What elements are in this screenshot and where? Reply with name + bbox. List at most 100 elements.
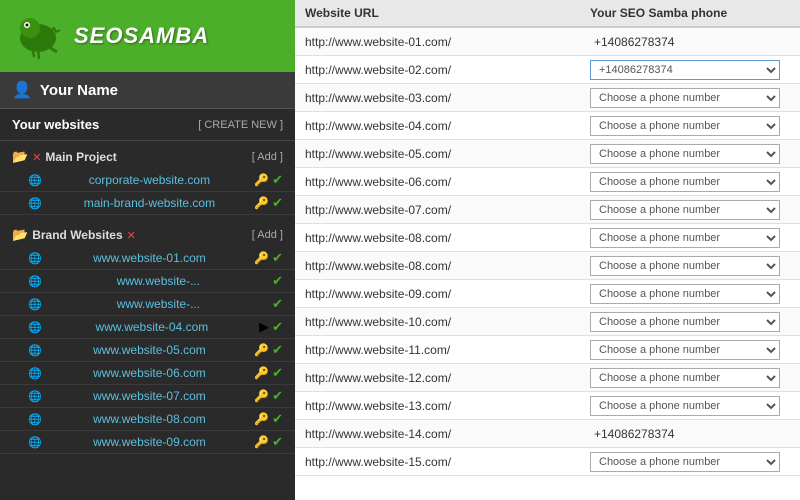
row-phone-area[interactable]: Choose a phone number xyxy=(590,396,790,416)
phone-select[interactable]: Choose a phone number xyxy=(590,452,780,472)
site-link[interactable]: main-brand-website.com xyxy=(84,196,215,210)
globe-icon: 🌐 xyxy=(28,275,42,288)
row-url: http://www.website-01.com/ xyxy=(305,35,590,49)
list-item: 🌐 www.website-07.com 🔑 ✔ xyxy=(0,385,295,408)
globe-icon: 🌐 xyxy=(28,174,42,187)
check-icon[interactable]: ✔ xyxy=(272,273,283,289)
row-phone-area[interactable]: Choose a phone number xyxy=(590,452,790,472)
phone-select[interactable]: Choose a phone number xyxy=(590,256,780,276)
logo-icon xyxy=(12,10,64,62)
phone-select[interactable]: Choose a phone number xyxy=(590,172,780,192)
globe-icon: 🌐 xyxy=(28,436,42,449)
main-content: Website URL Your SEO Samba phone http://… xyxy=(295,0,800,500)
row-url: http://www.website-09.com/ xyxy=(305,287,590,301)
list-item: 🌐 www.website-04.com ▶ ✔ xyxy=(0,316,295,339)
table-row: http://www.website-12.com/ Choose a phon… xyxy=(295,364,800,392)
row-phone-area[interactable]: Choose a phone number xyxy=(590,116,790,136)
globe-icon: 🌐 xyxy=(28,197,42,210)
row-url: http://www.website-14.com/ xyxy=(305,427,590,441)
globe-icon: 🌐 xyxy=(28,367,42,380)
row-phone-area[interactable]: Choose a phone number xyxy=(590,200,790,220)
site-link[interactable]: www.website-08.com xyxy=(93,412,206,426)
x-icon-main: ✕ xyxy=(32,151,41,164)
phone-select[interactable]: Choose a phone number xyxy=(590,312,780,332)
key-icon[interactable]: 🔑 xyxy=(254,412,269,426)
site-link[interactable]: www.website-06.com xyxy=(93,366,206,380)
project-section-brand: 📂 Brand Websites ✕ [ Add ] 🌐 www.website… xyxy=(0,219,295,458)
row-phone-area[interactable]: Choose a phone number xyxy=(590,368,790,388)
row-url: http://www.website-15.com/ xyxy=(305,455,590,469)
key-icon[interactable]: 🔑 xyxy=(254,173,269,187)
folder-icon: 📂 xyxy=(12,227,28,243)
site-link[interactable]: www.website-09.com xyxy=(93,435,206,449)
check-icon[interactable]: ✔ xyxy=(272,195,283,211)
phone-select[interactable]: Choose a phone number +14086278374 +1415… xyxy=(590,60,780,80)
phone-select[interactable]: Choose a phone number xyxy=(590,200,780,220)
phone-select[interactable]: Choose a phone number xyxy=(590,368,780,388)
site-link[interactable]: corporate-website.com xyxy=(89,173,210,187)
row-phone-area[interactable]: Choose a phone number xyxy=(590,172,790,192)
check-icon[interactable]: ✔ xyxy=(272,296,283,312)
table-row: http://www.website-11.com/ Choose a phon… xyxy=(295,336,800,364)
site-link[interactable]: www.website-01.com xyxy=(93,251,206,265)
row-url: http://www.website-11.com/ xyxy=(305,343,590,357)
project-name-brand: Brand Websites xyxy=(32,228,122,242)
check-icon[interactable]: ✔ xyxy=(272,342,283,358)
phone-select[interactable]: Choose a phone number xyxy=(590,88,780,108)
row-phone-area[interactable]: Choose a phone number xyxy=(590,88,790,108)
globe-icon: 🌐 xyxy=(28,390,42,403)
add-link-brand[interactable]: [ Add ] xyxy=(252,229,283,241)
row-phone-dropdown-open[interactable]: Choose a phone number +14086278374 +1415… xyxy=(590,60,790,80)
phone-select[interactable]: Choose a phone number xyxy=(590,396,780,416)
key-icon[interactable]: 🔑 xyxy=(254,196,269,210)
key-icon[interactable]: 🔑 xyxy=(254,389,269,403)
site-link[interactable]: www.website-... xyxy=(117,297,200,311)
phone-select[interactable]: Choose a phone number xyxy=(590,284,780,304)
check-icon[interactable]: ✔ xyxy=(272,172,283,188)
list-item: 🌐 main-brand-website.com 🔑 ✔ xyxy=(0,192,295,215)
row-phone-area[interactable]: Choose a phone number xyxy=(590,312,790,332)
site-link[interactable]: www.website-04.com xyxy=(96,320,209,334)
check-icon[interactable]: ✔ xyxy=(272,319,283,335)
site-link[interactable]: www.website-07.com xyxy=(93,389,206,403)
row-phone-area[interactable]: Choose a phone number xyxy=(590,256,790,276)
check-icon[interactable]: ✔ xyxy=(272,250,283,266)
row-phone-area[interactable]: Choose a phone number xyxy=(590,144,790,164)
table-row: http://www.website-04.com/ Choose a phon… xyxy=(295,112,800,140)
key-icon[interactable]: 🔑 xyxy=(254,251,269,265)
row-url: http://www.website-08.com/ xyxy=(305,231,590,245)
site-link[interactable]: www.website-... xyxy=(117,274,200,288)
row-phone-area[interactable]: Choose a phone number xyxy=(590,340,790,360)
phone-select[interactable]: Choose a phone number xyxy=(590,228,780,248)
row-url: http://www.website-03.com/ xyxy=(305,91,590,105)
phone-select[interactable]: Choose a phone number xyxy=(590,340,780,360)
list-item: 🌐 www.website-05.com 🔑 ✔ xyxy=(0,339,295,362)
table-row: http://www.website-13.com/ Choose a phon… xyxy=(295,392,800,420)
row-url: http://www.website-08.com/ xyxy=(305,259,590,273)
row-phone-area[interactable]: Choose a phone number xyxy=(590,228,790,248)
x-icon-brand: ✕ xyxy=(127,229,136,242)
phone-select[interactable]: Choose a phone number xyxy=(590,144,780,164)
phone-select[interactable]: Choose a phone number xyxy=(590,116,780,136)
check-icon[interactable]: ✔ xyxy=(272,388,283,404)
your-websites-label: Your websites xyxy=(12,117,99,132)
row-url: http://www.website-07.com/ xyxy=(305,203,590,217)
add-link-main[interactable]: [ Add ] xyxy=(252,151,283,163)
row-phone-area[interactable]: Choose a phone number xyxy=(590,284,790,304)
key-icon[interactable]: 🔑 xyxy=(254,435,269,449)
row-phone-area: +14086278374 xyxy=(590,427,790,441)
check-icon[interactable]: ✔ xyxy=(272,365,283,381)
site-link[interactable]: www.website-05.com xyxy=(93,343,206,357)
row-url: http://www.website-13.com/ xyxy=(305,399,590,413)
create-new-button[interactable]: [ CREATE NEW ] xyxy=(198,119,283,131)
logo-area: SEOSAMBA xyxy=(0,0,295,72)
check-icon[interactable]: ✔ xyxy=(272,434,283,450)
list-item: 🌐 www.website-... ✔ xyxy=(0,270,295,293)
table-header: Website URL Your SEO Samba phone xyxy=(295,0,800,28)
table-row: http://www.website-01.com/ +14086278374 xyxy=(295,28,800,56)
user-name: Your Name xyxy=(40,82,118,99)
key-icon[interactable]: 🔑 xyxy=(254,366,269,380)
check-icon[interactable]: ✔ xyxy=(272,411,283,427)
globe-icon: 🌐 xyxy=(28,413,42,426)
key-icon[interactable]: 🔑 xyxy=(254,343,269,357)
